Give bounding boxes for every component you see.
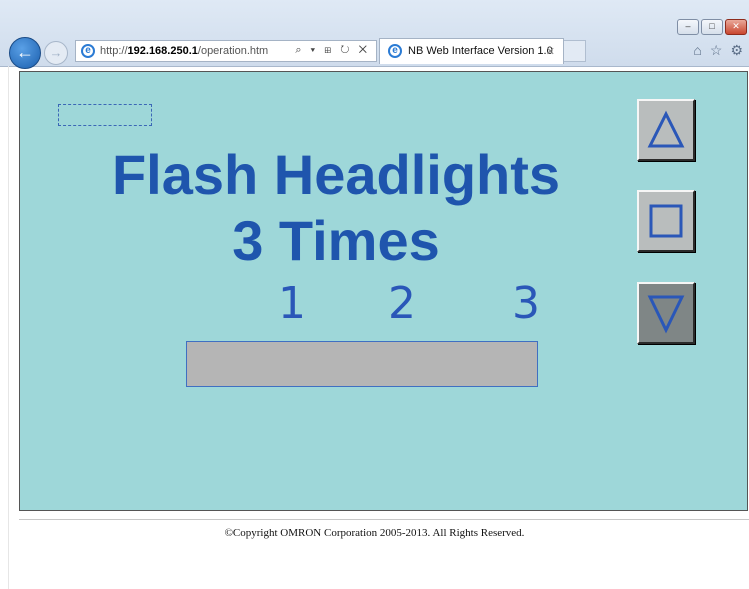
- new-tab-button[interactable]: [564, 40, 586, 62]
- page-left-border: [8, 66, 9, 589]
- copyright-text: ©Copyright OMRON Corporation 2005-2013. …: [224, 527, 525, 539]
- close-window-button[interactable]: ✕: [725, 19, 747, 35]
- favorites-star-icon[interactable]: ☆: [710, 42, 723, 59]
- headline-line-1: Flash Headlights: [111, 143, 561, 206]
- flash-progress-bar: [186, 341, 538, 387]
- back-button[interactable]: ←: [9, 37, 41, 69]
- ie-page-icon: e: [81, 44, 95, 58]
- hmi-screen: Flash Headlights 3 Times 1 2 3: [19, 71, 748, 511]
- window-controls: – □ ✕: [677, 19, 747, 35]
- up-button[interactable]: [637, 99, 695, 161]
- ie-tab-icon: e: [388, 44, 402, 58]
- minimize-button[interactable]: –: [677, 19, 699, 35]
- home-icon[interactable]: ⌂: [693, 42, 701, 59]
- stop-button[interactable]: [637, 190, 695, 252]
- maximize-button[interactable]: □: [701, 19, 723, 35]
- step-3-label: 3: [512, 278, 540, 329]
- close-tab-icon[interactable]: ✕: [546, 45, 555, 58]
- browser-chrome: – □ ✕ ← → e http://192.168.250.1/operati…: [0, 0, 749, 69]
- tab-title: NB Web Interface Version 1.0: [408, 45, 553, 57]
- footer-divider: [19, 519, 749, 520]
- settings-gear-icon[interactable]: ⚙: [730, 42, 743, 59]
- address-tools-icons[interactable]: ⌕ ▾ ⊞ ↻ ✕: [295, 44, 370, 57]
- address-url[interactable]: http://192.168.250.1/operation.htm: [100, 45, 268, 57]
- up-triangle-icon: [647, 110, 685, 148]
- down-triangle-icon: [647, 295, 685, 334]
- headline-line-2: 3 Times: [232, 209, 440, 272]
- operation-headline: Flash Headlights 3 Times: [60, 142, 612, 274]
- browser-toolbar: ⌂ ☆ ⚙: [693, 42, 743, 59]
- step-1-label: 1: [278, 278, 306, 329]
- address-bar[interactable]: e http://192.168.250.1/operation.htm ⌕ ▾…: [75, 40, 377, 62]
- square-icon: [649, 204, 683, 238]
- down-button[interactable]: [637, 282, 695, 344]
- forward-button[interactable]: →: [44, 41, 68, 65]
- tab-nb-web-interface[interactable]: e NB Web Interface Version 1.0 ✕: [379, 38, 564, 64]
- dotted-placeholder-box[interactable]: [58, 104, 152, 126]
- step-2-label: 2: [388, 278, 416, 329]
